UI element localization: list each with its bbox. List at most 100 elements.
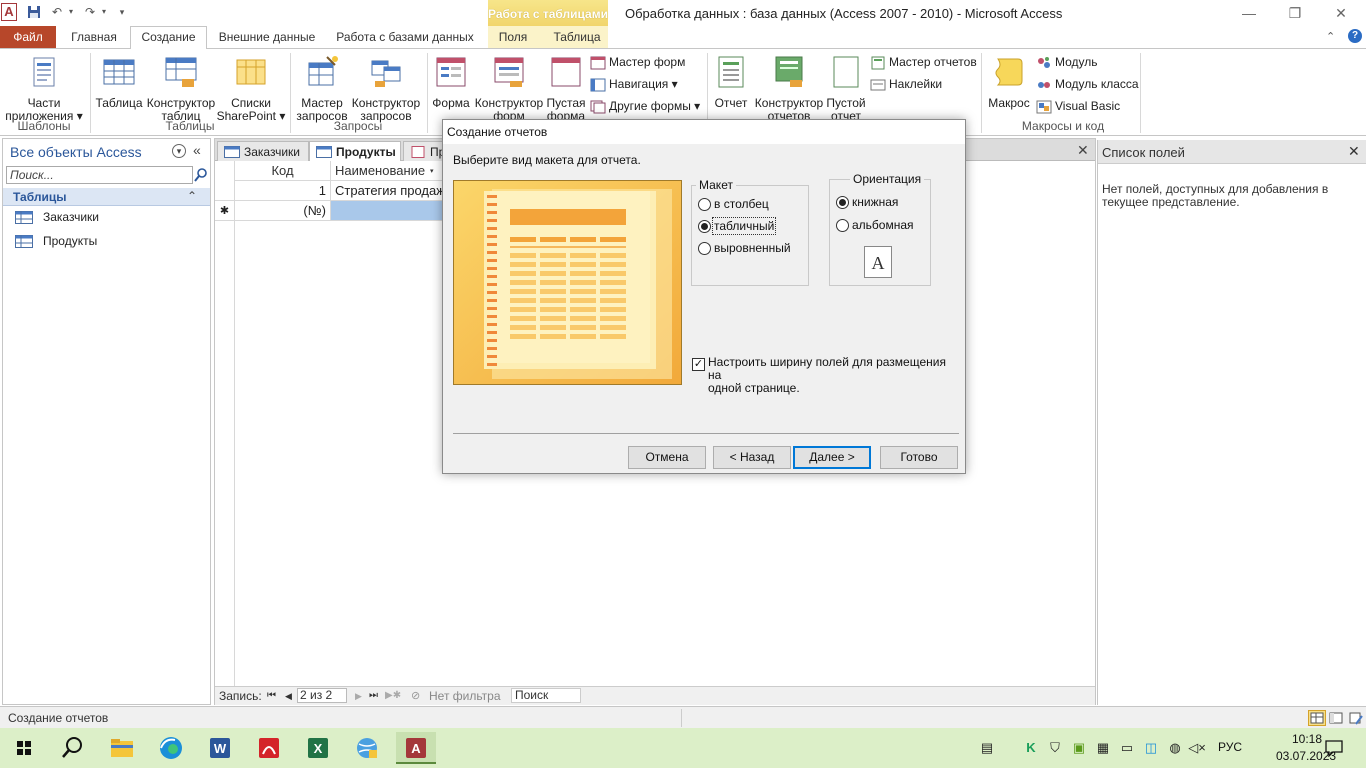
radio-justified[interactable] [698,242,711,256]
close-document-icon[interactable]: ✕ [1077,142,1089,159]
column-dropdown-icon[interactable]: ▾ [430,167,436,175]
table-button[interactable]: Таблица [94,55,144,110]
record-position-input[interactable]: 2 из 2 [297,688,347,703]
tab-database-tools[interactable]: Работа с базами данных [330,26,480,48]
navigation-button[interactable]: Навигация ▾ [590,74,678,94]
search-taskbar-button[interactable] [52,732,92,764]
collapse-group-icon[interactable]: ⌃ [187,189,197,203]
globe-app-button[interactable] [347,732,387,764]
restore-button[interactable]: ❐ [1272,0,1318,26]
report-designer-button[interactable]: Конструктор отчетов [754,55,824,123]
file-explorer-button[interactable] [102,732,142,764]
tab-file[interactable]: Файл [0,26,56,48]
layout-option-justified[interactable]: выровненный [698,239,791,259]
nvidia-icon[interactable]: ▣ [1070,739,1088,757]
class-module-button[interactable]: Модуль класса [1036,74,1139,94]
notifications-icon[interactable] [1324,739,1344,757]
visual-basic-button[interactable]: Visual Basic [1036,96,1120,116]
battery-icon[interactable]: ▭ [1118,739,1136,757]
form-wizard-button[interactable]: Мастер форм [590,52,685,72]
input-language[interactable]: РУС [1218,740,1242,754]
printer-icon[interactable]: ▦ [1094,739,1112,757]
redo-icon[interactable]: ↷ [82,3,98,21]
undo-dropdown-icon[interactable]: ▾ [66,3,76,21]
close-field-list-icon[interactable]: ✕ [1348,143,1360,160]
last-record-icon[interactable]: ⏭ [369,687,378,705]
report-wizard-button[interactable]: Мастер отчетов [870,52,977,72]
labels-button[interactable]: Наклейки [870,74,942,94]
collapse-ribbon-icon[interactable]: ⌃ [1326,30,1335,43]
application-parts-button[interactable]: Части приложения ▾ [4,55,84,123]
finish-button[interactable]: Готово [880,446,958,469]
volume-icon[interactable]: ◁× [1188,739,1206,757]
datasheet-search-input[interactable]: Поиск [511,688,581,703]
help-icon[interactable]: ? [1348,29,1362,43]
layout-option-tabular[interactable]: табличный [698,217,777,237]
report-button[interactable]: Отчет [710,55,752,110]
new-record-icon[interactable]: ▶✱ [385,687,401,705]
radio-columnar[interactable] [698,198,711,212]
nav-item-customers[interactable]: Заказчики [3,206,210,229]
redo-dropdown-icon[interactable]: ▾ [99,3,109,21]
undo-icon[interactable]: ↶ [49,3,65,21]
radio-portrait[interactable] [836,196,849,210]
layout-option-columnar[interactable]: в столбец [698,195,769,215]
doc-tab-customers[interactable]: Заказчики [217,141,309,161]
radio-tabular[interactable] [698,220,711,234]
tab-fields[interactable]: Поля [490,26,536,48]
tab-external-data[interactable]: Внешние данные [214,26,320,48]
table-designer-button[interactable]: Конструктор таблиц [146,55,216,123]
blank-form-button[interactable]: Пустая форма [544,55,588,123]
app-tray-icon[interactable]: ◫ [1142,739,1160,757]
module-button[interactable]: Модуль [1036,52,1098,72]
cell-id[interactable]: 1 [235,181,331,201]
news-widget-icon[interactable]: ▤ [976,739,998,757]
access-app-icon[interactable]: A [1,3,17,21]
network-icon[interactable]: ◍ [1166,739,1184,757]
collapse-nav-icon[interactable]: « [193,142,201,158]
shield-icon[interactable]: ⛉ [1046,739,1064,757]
blank-report-button[interactable]: Пустой отчет [824,55,868,123]
tab-create[interactable]: Создание [130,26,207,49]
form-designer-button[interactable]: Конструктор форм [474,55,544,123]
design-view-icon[interactable] [1348,710,1364,726]
close-button[interactable]: ✕ [1318,0,1364,26]
radio-landscape[interactable] [836,219,849,233]
excel-button[interactable]: X [298,732,338,764]
cancel-button[interactable]: Отмена [628,446,706,469]
previous-record-icon[interactable]: ◀ [285,687,292,705]
cell-new-name[interactable] [331,201,443,221]
query-wizard-button[interactable]: Мастер запросов [294,55,350,123]
nav-search-input[interactable]: Поиск... [6,166,193,184]
orientation-option-landscape[interactable]: альбомная [836,216,914,236]
minimize-button[interactable]: — [1226,0,1272,26]
cell-name[interactable]: Стратегия продаж [331,181,443,201]
start-button[interactable] [4,732,44,764]
tab-table[interactable]: Таблица [546,26,608,48]
nav-item-products[interactable]: Продукты [3,230,210,253]
pdf-reader-button[interactable] [249,732,289,764]
fit-width-checkbox-row[interactable]: ✓ Настроить ширину полей для размещения … [692,356,962,395]
back-button[interactable]: < Назад [713,446,791,469]
customize-qat-icon[interactable]: ▾ [116,3,128,21]
datasheet-view-icon[interactable] [1308,710,1326,726]
filter-status[interactable]: Нет фильтра [429,687,501,705]
pivot-view-icon[interactable] [1328,710,1344,726]
row-selector[interactable] [215,181,235,201]
nav-group-tables[interactable]: Таблицы ⌃ [3,188,210,206]
access-taskbar-button[interactable]: A [396,732,436,764]
fit-width-checkbox[interactable]: ✓ [692,358,705,371]
sharepoint-lists-button[interactable]: Списки SharePoint ▾ [216,55,286,123]
search-icon[interactable] [194,167,208,183]
form-button[interactable]: Форма [430,55,472,110]
edge-button[interactable] [151,732,191,764]
first-record-icon[interactable]: ⏮ [267,687,276,705]
save-icon[interactable] [26,3,42,21]
tab-home[interactable]: Главная [64,26,124,48]
kaspersky-icon[interactable]: K [1022,739,1040,757]
column-header-name[interactable]: Наименование [331,161,443,181]
nav-menu-icon[interactable]: ▾ [172,144,186,158]
macro-button[interactable]: Макрос [986,55,1032,110]
nav-title[interactable]: Все объекты Access [10,144,142,160]
word-button[interactable]: W [200,732,240,764]
